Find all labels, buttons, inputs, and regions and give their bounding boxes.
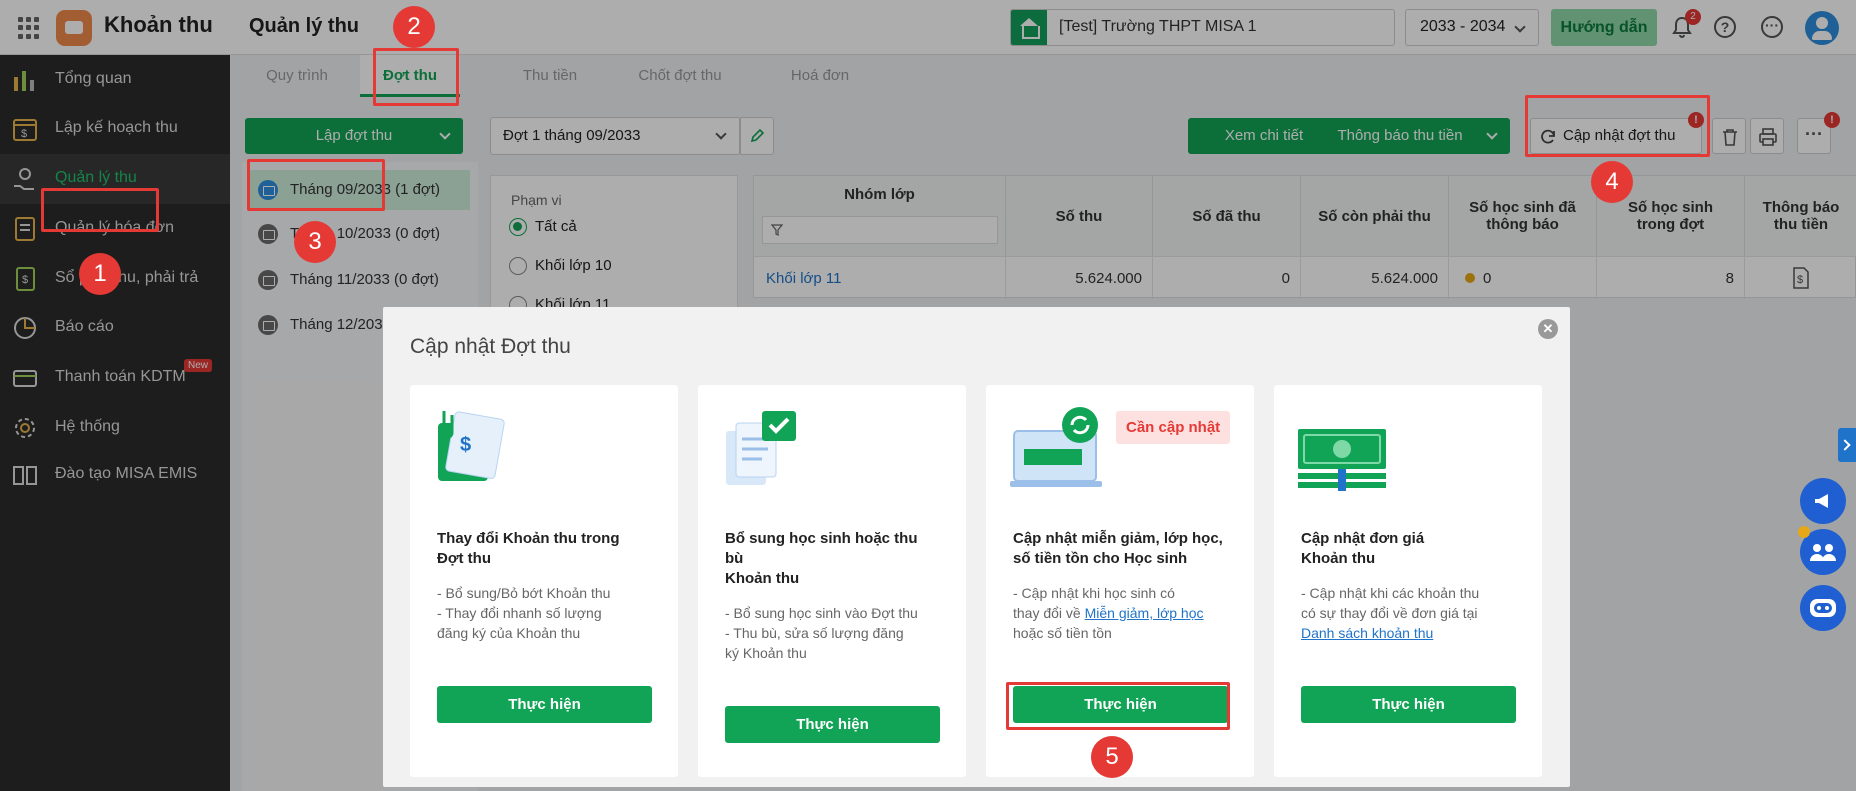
people-icon — [1810, 544, 1836, 561]
discount-link[interactable]: Miễn giảm, lớp học — [1085, 605, 1204, 621]
option-card-add-students: Bổ sung học sinh hoặc thu bù Khoản thu -… — [698, 385, 966, 777]
annotation-box — [41, 188, 159, 232]
option-card-change-fees: $ Thay đổi Khoản thu trong Đợt thu - Bổ … — [410, 385, 678, 777]
annotation-box — [247, 159, 385, 211]
money-stack-icon — [1298, 429, 1386, 491]
annotation-number: 5 — [1091, 736, 1133, 778]
perform-button[interactable]: Thực hiện — [1301, 686, 1516, 723]
robot-icon — [1810, 599, 1836, 617]
perform-button[interactable]: Thực hiện — [725, 706, 940, 743]
annotation-box — [373, 48, 459, 106]
card-description: - Cập nhật khi học sinh có thay đổi về M… — [1013, 583, 1233, 643]
close-icon[interactable]: ✕ — [1538, 319, 1558, 339]
update-dot-modal: Cập nhật Đợt thu ✕ $ Thay đổi Khoản thu … — [383, 307, 1570, 787]
annotation-number: 2 — [393, 6, 435, 48]
card-title: Bổ sung học sinh hoặc thu bù Khoản thu — [725, 530, 918, 587]
laptop-refresh-icon — [1010, 407, 1102, 487]
card-title: Cập nhật miễn giảm, lớp học, số tiền tồn… — [1013, 530, 1223, 567]
needs-update-badge: Cần cập nhật — [1116, 411, 1231, 444]
chatbot-widget[interactable] — [1800, 585, 1846, 631]
desc-text: - Cập nhật khi các khoản thu có sự thay … — [1301, 585, 1480, 621]
annotation-number: 4 — [1591, 161, 1633, 203]
perform-button[interactable]: Thực hiện — [437, 686, 652, 723]
option-card-update-price: Cập nhật đơn giá Khoản thu - Cập nhật kh… — [1274, 385, 1542, 777]
card-description: - Bổ sung học sinh vào Đợt thu - Thu bù,… — [725, 605, 918, 661]
card-title: Cập nhật đơn giá Khoản thu — [1301, 530, 1425, 567]
annotation-number: 3 — [294, 221, 336, 263]
desc-text: hoặc số tiền tồn — [1013, 625, 1112, 641]
fee-list-link[interactable]: Danh sách khoản thu — [1301, 625, 1433, 641]
annotation-number: 1 — [79, 253, 121, 295]
card-description: - Cập nhật khi các khoản thu có sự thay … — [1301, 583, 1521, 643]
annotation-box — [1525, 95, 1710, 157]
document-dollar-icon: $ — [438, 411, 505, 481]
modal-title: Cập nhật Đợt thu — [410, 335, 571, 358]
card-description: - Bổ sung/Bỏ bớt Khoản thu - Thay đổi nh… — [437, 585, 611, 641]
side-panel-toggle[interactable] — [1838, 428, 1856, 462]
card-title: Thay đổi Khoản thu trong Đợt thu — [437, 530, 620, 567]
status-dot — [1798, 526, 1810, 538]
megaphone-icon — [1815, 494, 1828, 508]
announcement-widget[interactable] — [1800, 478, 1846, 524]
annotation-box — [1006, 682, 1230, 730]
svg-text:$: $ — [460, 434, 471, 456]
document-check-icon — [726, 411, 796, 485]
chevron-right-icon — [1839, 439, 1851, 451]
